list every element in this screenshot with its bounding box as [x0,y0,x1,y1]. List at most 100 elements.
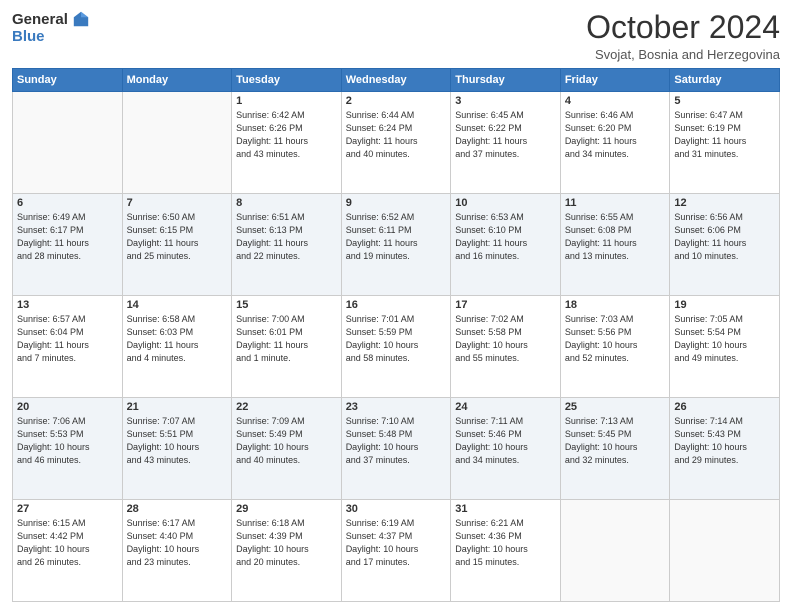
table-row: 17 Sunrise: 7:02 AM Sunset: 5:58 PM Dayli… [451,296,561,398]
day-number: 21 [127,401,228,413]
day-info: Sunrise: 7:14 AM Sunset: 5:43 PM Dayligh… [674,415,775,467]
month-title: October 2024 [586,10,780,45]
day-number: 8 [236,197,337,209]
day-number: 15 [236,299,337,311]
table-row: 10Sunrise: 6:53 AM Sunset: 6:10 PM Dayli… [451,194,561,296]
table-row: 5Sunrise: 6:47 AM Sunset: 6:19 PM Daylig… [670,92,780,194]
day-number: 1 [236,95,337,107]
col-wednesday: Wednesday [341,69,451,92]
day-info: Sunrise: 6:58 AM Sunset: 6:03 PM Dayligh… [127,313,228,365]
table-row: 21 Sunrise: 7:07 AM Sunset: 5:51 PM Dayli… [122,398,232,500]
table-row: 16 Sunrise: 7:01 AM Sunset: 5:59 PM Dayli… [341,296,451,398]
table-row: 4 Sunrise: 6:46 AM Sunset: 6:20 PM Daylig… [560,92,670,194]
col-friday: Friday [560,69,670,92]
day-info: Sunrise: 6:42 AM Sunset: 6:26 PM Dayligh… [236,109,337,161]
logo-blue-text: Blue [12,28,45,45]
header: General Blue October 2024 Svojat, Bosnia… [12,10,780,62]
day-number: 30 [346,503,447,515]
day-number: 18 [565,299,666,311]
col-saturday: Saturday [670,69,780,92]
table-row [560,500,670,602]
day-info: Sunrise: 6:49 AM Sunset: 6:17 PM Dayligh… [17,211,118,263]
day-number: 6 [17,197,118,209]
day-info: Sunrise: 6:45 AM Sunset: 6:22 PM Dayligh… [455,109,556,161]
day-number: 3 [455,95,556,107]
day-number: 2 [346,95,447,107]
day-info: Sunrise: 6:17 AM Sunset: 4:40 PM Dayligh… [127,517,228,569]
day-number: 14 [127,299,228,311]
table-row: 7Sunrise: 6:50 AM Sunset: 6:15 PM Daylig… [122,194,232,296]
logo: General Blue [12,10,90,45]
calendar-table: Sunday Monday Tuesday Wednesday Thursday… [12,68,780,602]
table-row [670,500,780,602]
day-number: 26 [674,401,775,413]
day-info: Sunrise: 7:07 AM Sunset: 5:51 PM Dayligh… [127,415,228,467]
table-row: 27 Sunrise: 6:15 AM Sunset: 4:42 PM Dayli… [13,500,123,602]
day-number: 11 [565,197,666,209]
day-number: 19 [674,299,775,311]
day-number: 27 [17,503,118,515]
day-info: Sunrise: 7:03 AM Sunset: 5:56 PM Dayligh… [565,313,666,365]
day-number: 10 [455,197,556,209]
day-info: Sunrise: 6:18 AM Sunset: 4:39 PM Dayligh… [236,517,337,569]
day-info: Sunrise: 6:52 AM Sunset: 6:11 PM Dayligh… [346,211,447,263]
col-sunday: Sunday [13,69,123,92]
day-info: Sunrise: 7:06 AM Sunset: 5:53 PM Dayligh… [17,415,118,467]
table-row: 26 Sunrise: 7:14 AM Sunset: 5:43 PM Dayli… [670,398,780,500]
table-row: 29Sunrise: 6:18 AM Sunset: 4:39 PM Dayli… [232,500,342,602]
day-info: Sunrise: 7:00 AM Sunset: 6:01 PM Dayligh… [236,313,337,365]
table-row: 8 Sunrise: 6:51 AM Sunset: 6:13 PM Daylig… [232,194,342,296]
table-row: 3 Sunrise: 6:45 AM Sunset: 6:22 PM Daylig… [451,92,561,194]
day-number: 9 [346,197,447,209]
col-monday: Monday [122,69,232,92]
table-row: 15 Sunrise: 7:00 AM Sunset: 6:01 PM Dayli… [232,296,342,398]
day-number: 12 [674,197,775,209]
table-row: 6 Sunrise: 6:49 AM Sunset: 6:17 PM Daylig… [13,194,123,296]
day-info: Sunrise: 6:19 AM Sunset: 4:37 PM Dayligh… [346,517,447,569]
table-row: 28 Sunrise: 6:17 AM Sunset: 4:40 PM Dayli… [122,500,232,602]
day-number: 16 [346,299,447,311]
table-row: 14 Sunrise: 6:58 AM Sunset: 6:03 PM Dayli… [122,296,232,398]
day-number: 24 [455,401,556,413]
table-row: 19Sunrise: 7:05 AM Sunset: 5:54 PM Dayli… [670,296,780,398]
table-row: 12 Sunrise: 6:56 AM Sunset: 6:06 PM Dayli… [670,194,780,296]
calendar-week-row: 27 Sunrise: 6:15 AM Sunset: 4:42 PM Dayli… [13,500,780,602]
table-row: 22 Sunrise: 7:09 AM Sunset: 5:49 PM Dayli… [232,398,342,500]
day-info: Sunrise: 6:51 AM Sunset: 6:13 PM Dayligh… [236,211,337,263]
logo-general-text: General [12,11,68,28]
day-number: 28 [127,503,228,515]
calendar-header-row: Sunday Monday Tuesday Wednesday Thursday… [13,69,780,92]
day-info: Sunrise: 7:10 AM Sunset: 5:48 PM Dayligh… [346,415,447,467]
location: Svojat, Bosnia and Herzegovina [586,47,780,62]
day-number: 22 [236,401,337,413]
day-number: 23 [346,401,447,413]
day-info: Sunrise: 7:13 AM Sunset: 5:45 PM Dayligh… [565,415,666,467]
day-number: 25 [565,401,666,413]
header-right: October 2024 Svojat, Bosnia and Herzegov… [586,10,780,62]
day-number: 17 [455,299,556,311]
day-info: Sunrise: 6:46 AM Sunset: 6:20 PM Dayligh… [565,109,666,161]
day-info: Sunrise: 7:09 AM Sunset: 5:49 PM Dayligh… [236,415,337,467]
col-thursday: Thursday [451,69,561,92]
day-info: Sunrise: 7:02 AM Sunset: 5:58 PM Dayligh… [455,313,556,365]
logo-icon [72,10,90,28]
table-row: 20Sunrise: 7:06 AM Sunset: 5:53 PM Dayli… [13,398,123,500]
table-row: 1 Sunrise: 6:42 AM Sunset: 6:26 PM Daylig… [232,92,342,194]
day-info: Sunrise: 6:56 AM Sunset: 6:06 PM Dayligh… [674,211,775,263]
table-row: 25 Sunrise: 7:13 AM Sunset: 5:45 PM Dayli… [560,398,670,500]
day-info: Sunrise: 6:15 AM Sunset: 4:42 PM Dayligh… [17,517,118,569]
day-number: 5 [674,95,775,107]
day-info: Sunrise: 6:55 AM Sunset: 6:08 PM Dayligh… [565,211,666,263]
day-info: Sunrise: 7:01 AM Sunset: 5:59 PM Dayligh… [346,313,447,365]
table-row: 30 Sunrise: 6:19 AM Sunset: 4:37 PM Dayli… [341,500,451,602]
day-number: 4 [565,95,666,107]
day-info: Sunrise: 6:44 AM Sunset: 6:24 PM Dayligh… [346,109,447,161]
calendar-week-row: 1 Sunrise: 6:42 AM Sunset: 6:26 PM Daylig… [13,92,780,194]
table-row: 18 Sunrise: 7:03 AM Sunset: 5:56 PM Dayli… [560,296,670,398]
table-row: 24Sunrise: 7:11 AM Sunset: 5:46 PM Dayli… [451,398,561,500]
table-row: 31Sunrise: 6:21 AM Sunset: 4:36 PM Dayli… [451,500,561,602]
day-number: 13 [17,299,118,311]
day-info: Sunrise: 6:57 AM Sunset: 6:04 PM Dayligh… [17,313,118,365]
day-number: 31 [455,503,556,515]
day-number: 7 [127,197,228,209]
